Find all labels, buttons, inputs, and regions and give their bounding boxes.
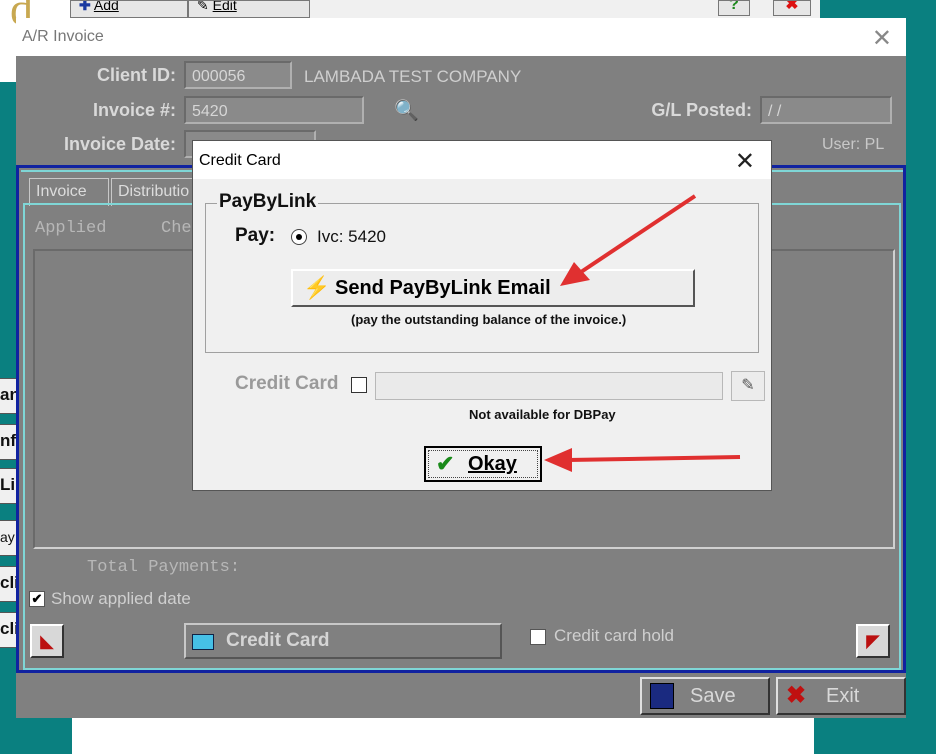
arrow-to-okay-button bbox=[544, 448, 741, 472]
annotation-arrows bbox=[544, 194, 741, 472]
arrow-to-send-button bbox=[560, 194, 697, 286]
